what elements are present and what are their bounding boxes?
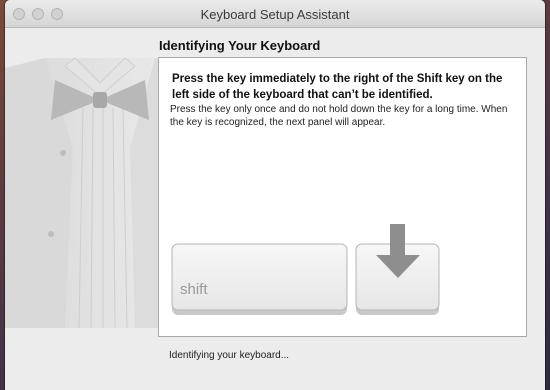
title-bar[interactable]: Keyboard Setup Assistant: [5, 0, 545, 28]
status-text: Identifying your keyboard...: [169, 350, 290, 361]
window-title: Keyboard Setup Assistant: [200, 7, 350, 22]
keyboard-setup-window: Keyboard Setup Assistant Identifying You…: [5, 0, 545, 390]
instruction-panel: Press the key immediately to the right o…: [158, 57, 527, 337]
page-title: Identifying Your Keyboard: [159, 38, 321, 53]
key-diagram: shift: [171, 224, 440, 315]
assistant-content: Identifying Your Keyboard Press the key …: [5, 28, 545, 390]
shift-key: shift: [171, 243, 348, 315]
shift-key-label: shift: [180, 281, 208, 298]
